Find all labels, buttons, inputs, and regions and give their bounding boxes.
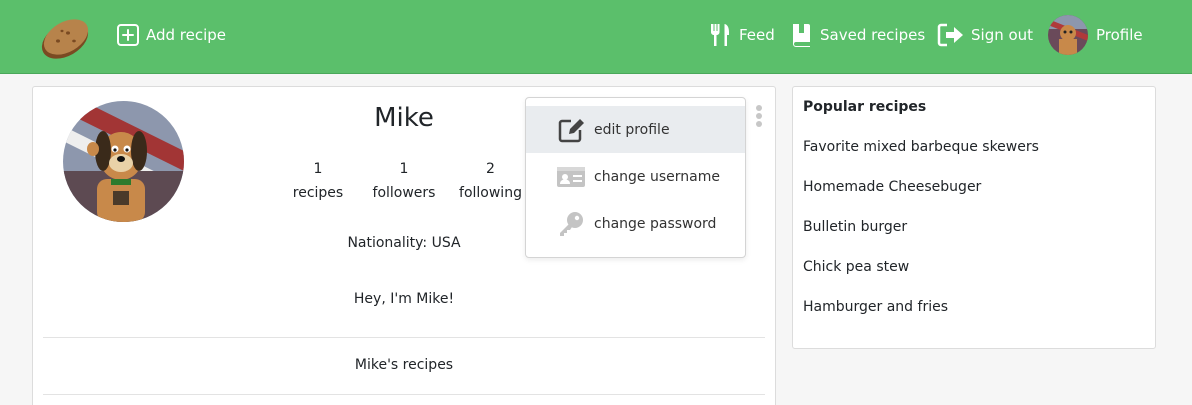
feed-label: Feed [739,26,775,44]
saved-recipes-link[interactable]: Saved recipes [790,0,925,70]
menu-item-change-password[interactable]: change password [526,200,745,247]
popular-recipe-link[interactable]: Bulletin burger [803,219,1145,239]
popular-recipes-card: Popular recipes Favorite mixed barbeque … [792,86,1156,349]
saved-recipes-label: Saved recipes [820,26,926,44]
profile-avatar [63,101,184,222]
recipes-count: 1 [313,161,323,177]
add-recipe-link[interactable]: Add recipe [116,0,226,70]
potato-logo-icon[interactable] [38,11,92,63]
popular-recipe-link[interactable]: Homemade Cheesebuger [803,179,1145,199]
kebab-menu-icon[interactable] [754,105,764,131]
book-icon [790,22,814,48]
profile-label: Profile [1096,26,1143,44]
following-count: 2 [486,161,495,177]
sign-out-label: Sign out [971,26,1034,44]
followers-count: 1 [399,161,409,177]
followers-stat[interactable]: 1 followers [363,157,445,205]
divider [43,394,765,395]
sign-out-icon [937,23,965,47]
user-avatar [1048,15,1088,55]
plus-square-icon [116,23,140,47]
add-recipe-label: Add recipe [146,26,227,44]
feed-link[interactable]: Feed [709,0,775,70]
menu-item-label: change username [594,168,720,185]
key-icon [556,210,586,238]
profile-link[interactable]: Profile [1048,0,1143,70]
followers-label: followers [372,185,436,201]
utensils-icon [709,22,733,48]
edit-icon [556,117,586,143]
recipes-stat[interactable]: 1 recipes [283,157,353,205]
menu-item-edit-profile[interactable]: edit profile [526,106,745,153]
following-label: following [459,185,522,201]
top-navbar: Add recipe Feed Saved recipes Sign out P… [0,0,1192,74]
recipes-label: recipes [292,185,344,201]
nationality-text: Nationality: USA [347,235,461,251]
id-card-icon [556,165,586,189]
following-stat[interactable]: 2 following [453,157,528,205]
profile-name: Mike [374,103,434,133]
popular-recipe-link[interactable]: Favorite mixed barbeque skewers [803,139,1145,159]
bio-text: Hey, I'm Mike! [353,291,455,307]
sign-out-link[interactable]: Sign out [937,0,1033,70]
user-recipes-tab[interactable]: Mike's recipes [304,357,504,373]
menu-item-change-username[interactable]: change username [526,153,745,200]
divider [43,337,765,338]
menu-item-label: edit profile [594,121,670,138]
popular-recipes-title: Popular recipes [803,99,927,115]
popular-recipe-link[interactable]: Hamburger and fries [803,299,1145,319]
popular-recipe-link[interactable]: Chick pea stew [803,259,1145,279]
profile-options-menu: edit profile change username change pass… [525,97,746,258]
menu-item-label: change password [594,215,717,232]
